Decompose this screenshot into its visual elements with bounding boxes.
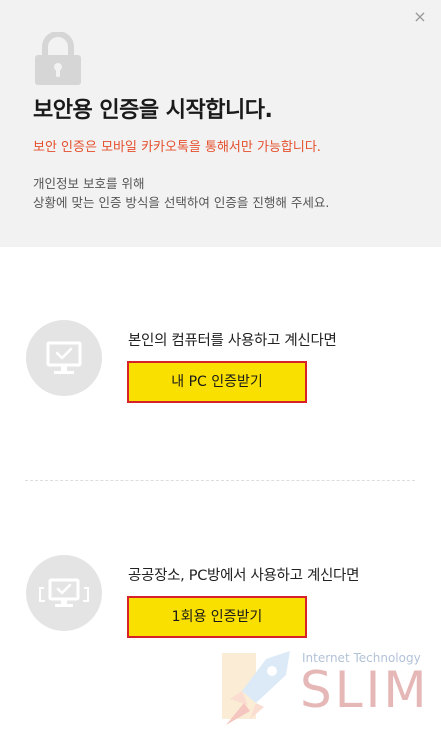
my-pc-description: 본인의 컴퓨터를 사용하고 계신다면	[128, 333, 337, 349]
watermark: Internet Technology SLIM	[220, 645, 441, 729]
public-monitor-check-icon	[26, 555, 102, 631]
one-time-auth-button[interactable]: 1회용 인증받기	[127, 596, 307, 638]
watermark-logo: SLIM	[300, 661, 430, 719]
close-icon: ×	[413, 7, 427, 26]
warning-text: 보안 인증은 모바일 카카오톡을 통해서만 가능합니다.	[33, 140, 321, 155]
my-pc-auth-button[interactable]: 내 PC 인증받기	[127, 361, 307, 403]
description: 개인정보 보호를 위해 상황에 맞는 인증 방식을 선택하여 인증을 진행해 주…	[33, 174, 329, 212]
page-title: 보안용 인증을 시작합니다.	[33, 98, 273, 123]
close-button[interactable]: ×	[409, 6, 431, 28]
lock-icon	[35, 32, 81, 85]
description-line-2: 상황에 맞는 인증 방식을 선택하여 인증을 진행해 주세요.	[33, 195, 330, 210]
description-line-1: 개인정보 보호를 위해	[33, 176, 145, 191]
one-time-description: 공공장소, PC방에서 사용하고 계신다면	[128, 568, 360, 584]
section-divider	[25, 480, 415, 481]
rocket-logo-icon	[222, 651, 290, 725]
monitor-check-icon	[26, 320, 102, 396]
auth-header: × 보안용 인증을 시작합니다. 보안 인증은 모바일 카카오톡을 통해서만 가…	[0, 0, 441, 247]
my-pc-option: 본인의 컴퓨터를 사용하고 계신다면 내 PC 인증받기	[0, 320, 441, 430]
